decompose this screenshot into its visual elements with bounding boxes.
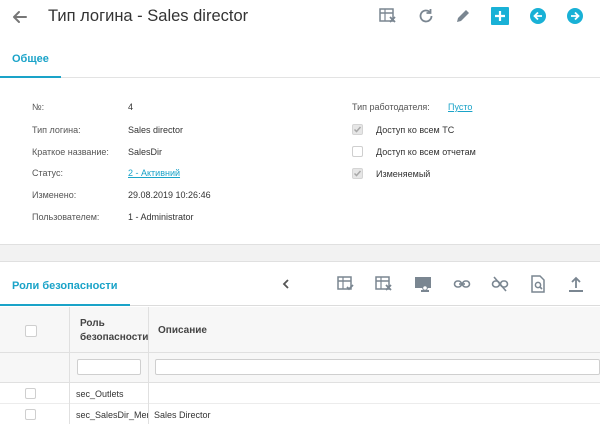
unlink-icon[interactable] [490,274,510,294]
description-cell [154,384,594,404]
table-row[interactable]: sec_SalesDir_Merc Sales Director [0,405,600,424]
field-status-label: Статус: [32,168,63,178]
link-icon[interactable] [452,274,472,294]
column-description-header[interactable]: Описание [158,325,207,336]
back-arrow-icon[interactable] [10,7,30,27]
document-search-icon[interactable] [528,274,548,294]
select-table-icon[interactable] [336,274,356,294]
next-record-icon[interactable] [565,6,585,26]
checkbox-editable[interactable] [352,168,363,179]
description-cell: Sales Director [154,410,211,420]
role-cell: sec_Outlets [76,389,124,399]
field-status-link[interactable]: 2 - Активний [128,168,180,178]
role-cell: sec_SalesDir_Merc [76,410,148,420]
checkbox-all-reports-label: Доступ ко всем отчетам [376,147,476,157]
select-all-checkbox[interactable] [25,325,37,337]
cancel-table-icon[interactable] [374,274,394,294]
upload-icon[interactable] [566,274,586,294]
previous-record-icon[interactable] [528,6,548,26]
detail-toolbar: Роли безопасности [0,262,600,306]
column-role-header-line1[interactable]: Роль [80,318,105,329]
tab-security-roles[interactable]: Роли безопасности [0,262,130,306]
description-filter-input[interactable] [155,359,600,375]
security-roles-grid: Роль безопасности Описание sec_Outlets s… [0,307,600,424]
field-number-value: 4 [128,102,134,112]
row-checkbox[interactable] [25,409,36,420]
field-employer-type-link[interactable]: Пусто [448,102,472,112]
field-login-type-value: Sales director [128,125,184,135]
field-number-label: №: [32,102,45,112]
section-divider [0,244,600,262]
edit-pencil-icon[interactable] [453,6,473,26]
checkbox-all-reports[interactable] [352,146,363,157]
column-role-header-line2[interactable]: безопасности [80,332,148,343]
refresh-icon[interactable] [416,6,436,26]
grid-filter-row [0,353,600,383]
tab-bar: Общее [0,40,600,78]
row-checkbox[interactable] [25,388,36,399]
header-bar: Тип логина - Sales director [0,0,600,34]
add-button[interactable] [490,6,510,26]
field-user-value: 1 - Administrator [128,212,194,222]
checkbox-all-tc[interactable] [352,124,363,135]
table-row[interactable]: sec_Outlets [0,384,600,404]
grid-header-row: Роль безопасности Описание [0,307,600,353]
page-title: Тип логина - Sales director [48,7,249,25]
column-separator [148,307,149,424]
cancel-table-icon[interactable] [378,6,398,26]
role-filter-input[interactable] [77,359,141,375]
chevron-left-icon[interactable] [276,274,296,294]
user-image-icon[interactable] [413,274,433,294]
field-short-name-label: Краткое название: [32,147,109,157]
field-short-name-value: SalesDir [128,147,163,157]
field-modified-label: Изменено: [32,190,77,200]
field-modified-value: 29.08.2019 10:26:46 [128,190,211,200]
field-user-label: Пользователем: [32,212,100,222]
field-employer-type-label: Тип работодателя: [352,102,430,112]
field-login-type-label: Тип логина: [32,125,81,135]
column-separator [69,307,70,424]
checkbox-all-tc-label: Доступ ко всем ТС [376,125,455,135]
checkbox-editable-label: Изменяемый [376,169,431,179]
general-form: №: 4 Тип логина: Sales director Краткое … [0,78,600,244]
tab-general[interactable]: Общее [0,40,61,78]
